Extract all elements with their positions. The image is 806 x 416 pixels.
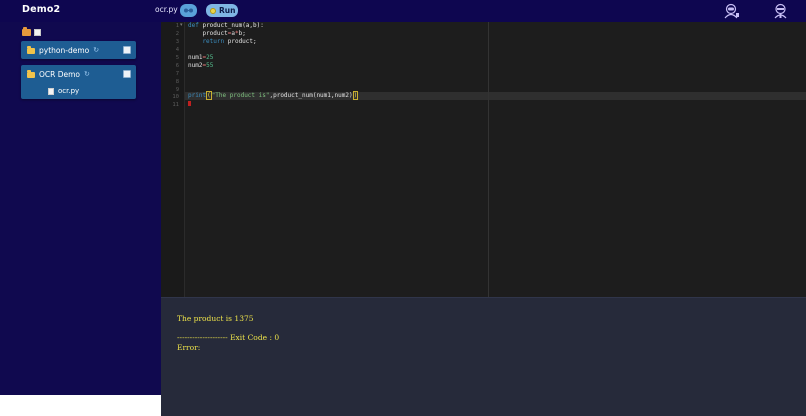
output-result: The product is 1375 <box>177 314 254 323</box>
sidebar-toolbar <box>22 27 41 36</box>
project-label: OCR Demo <box>39 69 81 79</box>
refresh-icon[interactable]: ↻ <box>84 70 90 78</box>
top-bar: Demo2 ocr.py Run <box>0 0 806 22</box>
line-number: 7 <box>175 71 179 77</box>
text-cursor <box>188 101 191 106</box>
project-python-demo[interactable]: python-demo ↻ <box>21 41 136 59</box>
file-item-ocr-py[interactable]: ocr.py <box>21 83 136 99</box>
project-label: python-demo <box>39 45 90 55</box>
line-number: 4 <box>175 47 179 53</box>
output-exit-code: -------------------- Exit Code : 0 <box>177 333 280 342</box>
refresh-icon[interactable]: ↻ <box>93 46 99 54</box>
line-number: 2 <box>175 31 179 37</box>
app-title: Demo2 <box>22 4 61 15</box>
add-file-icon[interactable] <box>123 70 131 78</box>
current-filename: ocr.py <box>155 5 178 14</box>
project-row[interactable]: OCR Demo ↻ <box>21 65 136 83</box>
line-number: 8 <box>175 79 179 85</box>
share-icon <box>184 8 193 13</box>
line-number: 9 <box>175 87 179 93</box>
fold-arrow-icon[interactable]: ▾ <box>180 22 183 28</box>
code-line-2: product=a*b; <box>188 30 246 37</box>
code-line-1: def product_num(a,b): <box>188 22 264 29</box>
folder-icon <box>27 45 35 54</box>
project-ocr-demo[interactable]: OCR Demo ↻ ocr.py <box>21 65 136 99</box>
new-file-icon[interactable] <box>34 29 41 36</box>
output-console: The product is 1375 --------------------… <box>161 297 806 416</box>
code-editor[interactable]: 1 2 3 4 5 6 7 8 9 10 11 ▾ def product_nu… <box>161 22 806 297</box>
user-astronaut-icon[interactable] <box>723 3 740 19</box>
line-number: 3 <box>175 39 179 45</box>
code-line-5: num1=25 <box>188 54 214 61</box>
new-folder-icon[interactable] <box>22 27 31 36</box>
run-label: Run <box>219 6 236 15</box>
sidebar: python-demo ↻ OCR Demo ↻ ocr.py <box>0 22 161 395</box>
share-button[interactable] <box>180 4 197 17</box>
line-number: 1 <box>175 23 179 29</box>
folder-icon <box>27 69 35 78</box>
project-row[interactable]: python-demo ↻ <box>21 41 136 59</box>
add-file-icon[interactable] <box>123 46 131 54</box>
line-number: 11 <box>172 102 179 108</box>
line-number: 5 <box>175 55 179 61</box>
output-error: Error: <box>177 343 201 352</box>
file-label: ocr.py <box>58 87 80 95</box>
sidebar-footer <box>0 395 161 416</box>
line-number: 6 <box>175 63 179 69</box>
code-line-10: print("The product is",product_num(num1,… <box>188 91 359 100</box>
print-margin <box>488 22 489 297</box>
line-number: 10 <box>172 94 179 100</box>
code-line-6: num2=55 <box>188 62 214 69</box>
file-icon <box>48 87 54 95</box>
code-line-3: return product; <box>188 38 257 45</box>
run-button[interactable]: Run <box>206 4 238 17</box>
user-ninja-icon[interactable] <box>772 3 789 19</box>
run-icon <box>210 7 216 14</box>
